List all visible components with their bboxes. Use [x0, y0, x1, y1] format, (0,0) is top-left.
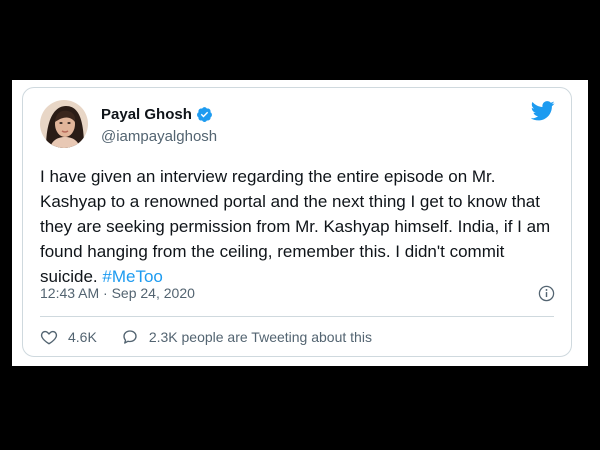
like-count: 4.6K: [68, 329, 97, 345]
tweet-card[interactable]: Payal Ghosh @iampayalghosh I have given …: [22, 87, 572, 357]
tweet-actions: 4.6K 2.3K people are Tweeting about this: [40, 328, 396, 346]
twitter-bird-icon[interactable]: [530, 101, 555, 121]
tweet-text: I have given an interview regarding the …: [40, 164, 560, 289]
discussion-text: 2.3K people are Tweeting about this: [148, 329, 372, 345]
avatar[interactable]: [40, 100, 88, 148]
author-name-row: Payal Ghosh: [101, 106, 213, 123]
hashtag-link[interactable]: #MeToo: [102, 267, 162, 286]
heart-icon: [40, 330, 58, 345]
like-button[interactable]: 4.6K: [40, 328, 97, 346]
verified-badge-icon: [196, 106, 213, 123]
author-name[interactable]: Payal Ghosh: [101, 106, 192, 123]
divider: [40, 316, 554, 317]
tweet-embed-frame: Payal Ghosh @iampayalghosh I have given …: [12, 80, 588, 366]
info-icon[interactable]: [538, 285, 555, 302]
speech-bubble-icon: [123, 330, 137, 344]
tweet-timestamp[interactable]: 12:43 AM · Sep 24, 2020: [40, 285, 195, 301]
discussion-link[interactable]: 2.3K people are Tweeting about this: [121, 328, 372, 346]
author-handle[interactable]: @iampayalghosh: [101, 128, 217, 145]
